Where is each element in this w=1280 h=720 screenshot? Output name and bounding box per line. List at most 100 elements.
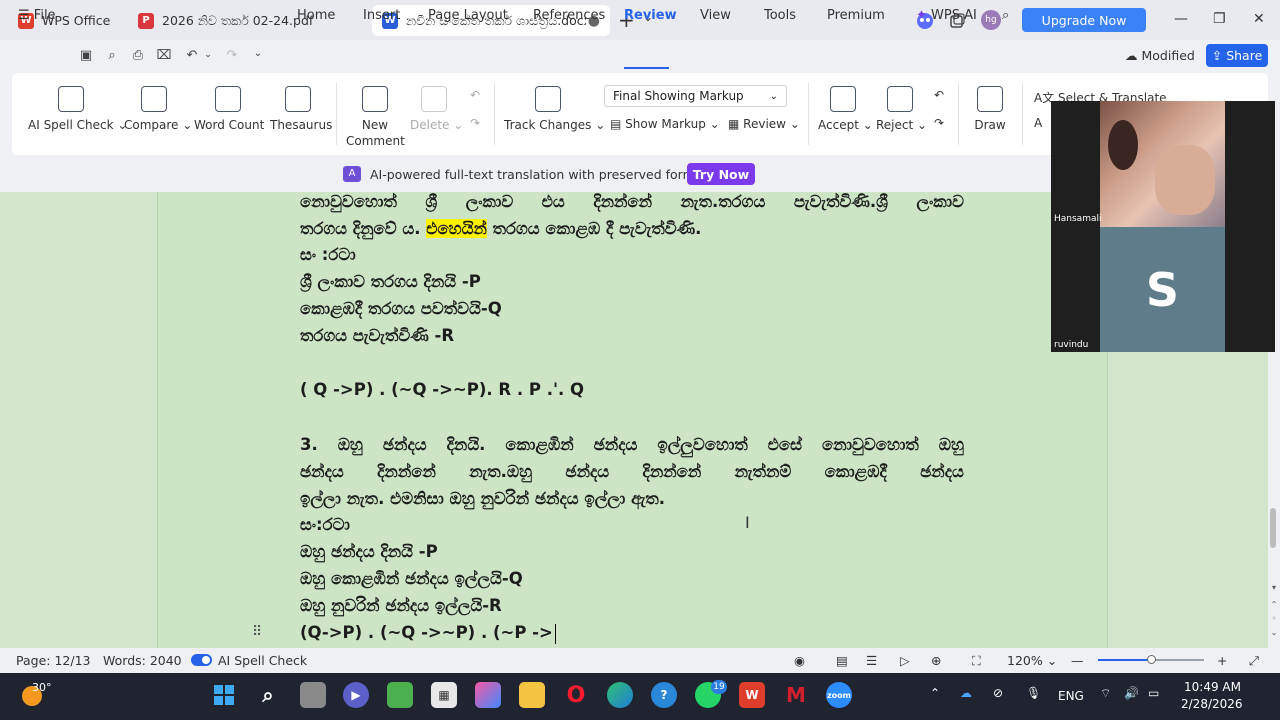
- menu-premium[interactable]: Premium: [827, 8, 885, 23]
- share-button[interactable]: ⇪ Share: [1206, 44, 1268, 67]
- copilot-icon[interactable]: [475, 682, 501, 708]
- doc-line-2[interactable]: තරගය දිනුවේ ය. එහෙයින් තරගය කොළඹ දී පැවැ…: [300, 219, 701, 239]
- minimize-icon[interactable]: —: [1174, 11, 1188, 27]
- onedrive-icon[interactable]: ☁: [960, 686, 972, 700]
- meet-icon[interactable]: ▶: [343, 682, 369, 708]
- previous-change-icon[interactable]: ↶: [928, 88, 950, 102]
- tray-chevron-icon[interactable]: ⌃: [930, 686, 940, 700]
- mic-icon[interactable]: 🎙: [1026, 686, 1041, 700]
- modified-status[interactable]: ☁ Modified: [1125, 48, 1195, 63]
- try-now-button[interactable]: Try Now: [687, 163, 755, 185]
- doc-line-8[interactable]: 3. ඔහු ඡන්දය දිනයි. කොළඹින් ඡන්දය ඉල්ලුවහොත් එස…: [300, 435, 964, 455]
- zoom-app-icon[interactable]: zoom: [826, 682, 852, 708]
- outline-view-icon[interactable]: ☰: [866, 653, 877, 668]
- previous-comment-icon[interactable]: ↶: [464, 88, 486, 102]
- save-icon[interactable]: ▣: [78, 48, 94, 64]
- doc-line-11[interactable]: සං:රටා: [300, 515, 350, 535]
- web-view-icon[interactable]: ⊕: [931, 653, 941, 668]
- doc-line-14[interactable]: ඔහු නුවරින් ඡන්දය ඉල්ලයි-R: [300, 596, 502, 616]
- clock-time[interactable]: 10:49 AM: [1184, 680, 1241, 694]
- play-icon[interactable]: ▷: [900, 653, 910, 668]
- scrollbar-thumb[interactable]: [1270, 508, 1276, 548]
- next-change-icon[interactable]: ↷: [928, 116, 950, 130]
- search-icon[interactable]: ⌕: [255, 682, 281, 708]
- more-chevron-icon[interactable]: ⌄: [250, 48, 266, 64]
- app-stack-icon[interactable]: [387, 682, 413, 708]
- draw-button[interactable]: Draw: [970, 86, 1010, 132]
- menu-tools[interactable]: Tools: [764, 8, 796, 23]
- volume-icon[interactable]: 🔊: [1124, 686, 1139, 700]
- mcafee-icon[interactable]: M: [783, 682, 809, 708]
- doc-line-7[interactable]: ( Q ->P) . (~Q ->~P). R . P .'. Q: [300, 380, 584, 399]
- review-pane-button[interactable]: ▦ Review ⌄: [728, 117, 800, 131]
- undo-icon[interactable]: ↶: [184, 48, 200, 64]
- page-view-icon[interactable]: ▤: [836, 653, 848, 668]
- delete-comment-button[interactable]: Delete ⌄: [410, 86, 463, 132]
- ai-spell-check-button[interactable]: AI Spell Check ⌄: [28, 86, 127, 132]
- edge-icon[interactable]: [607, 682, 633, 708]
- avatar[interactable]: hg: [981, 10, 1001, 30]
- task-view-icon[interactable]: [300, 682, 326, 708]
- word-count-button[interactable]: Word Count: [194, 86, 264, 132]
- network-off-icon[interactable]: ⊘: [993, 686, 1003, 700]
- doc-line-5[interactable]: කොළඹදී තරගය පවත්වයි-Q: [300, 299, 502, 319]
- page-down-icon[interactable]: ⌄: [1268, 628, 1280, 637]
- compare-button[interactable]: Compare ⌄: [124, 86, 192, 132]
- clock-date[interactable]: 2/28/2026: [1181, 697, 1243, 711]
- doc-line-9[interactable]: ඡන්දය දිනන්නේ නැත.ඔහු ඡන්දය දිනන්නේ නැත්නම් කො…: [300, 462, 964, 482]
- help-icon[interactable]: ?: [651, 682, 677, 708]
- menu-page-layout[interactable]: Page Layout: [428, 8, 508, 23]
- reject-button[interactable]: Reject ⌄: [876, 86, 927, 132]
- menu-references[interactable]: References: [533, 8, 605, 23]
- translate-option-icon[interactable]: A: [1034, 116, 1042, 130]
- menu-insert[interactable]: Insert: [363, 8, 400, 23]
- format-painter-icon[interactable]: ⌕: [104, 48, 120, 64]
- undo-chevron-icon[interactable]: ⌄: [200, 50, 216, 66]
- redo-icon[interactable]: ↷: [224, 48, 240, 64]
- wps-taskbar-icon[interactable]: W: [739, 682, 765, 708]
- drag-handle-icon[interactable]: ⠿: [252, 624, 262, 640]
- menu-wps-ai[interactable]: ✦ WPS AI: [916, 8, 977, 23]
- zoom-level[interactable]: 120% ⌄: [1007, 653, 1057, 668]
- zoom-in-icon[interactable]: +: [1217, 653, 1227, 668]
- zoom-out-icon[interactable]: —: [1071, 653, 1084, 668]
- doc-line-6[interactable]: තරගය පැවැත්විණි -R: [300, 326, 454, 346]
- doc-line-12[interactable]: ඔහු ඡන්දය දිනයි -P: [300, 542, 438, 562]
- word-count[interactable]: Words: 2040: [103, 653, 182, 668]
- spell-check-toggle[interactable]: [191, 654, 212, 666]
- doc-line-3[interactable]: සං :රටා: [300, 245, 356, 265]
- track-changes-button[interactable]: Track Changes ⌄: [504, 86, 605, 132]
- fullscreen-icon[interactable]: ⤢: [1249, 653, 1259, 669]
- page-count[interactable]: Page: 12/13: [16, 653, 90, 668]
- close-icon[interactable]: ✕: [1253, 11, 1265, 27]
- file-menu[interactable]: ☰ File: [18, 8, 56, 23]
- scroll-down-icon[interactable]: ▾: [1268, 583, 1280, 592]
- markup-mode-select[interactable]: Final Showing Markup ⌄: [604, 85, 787, 107]
- doc-line-15[interactable]: (Q->P) . (~Q ->~P) . (~P ->: [300, 623, 557, 644]
- store-icon[interactable]: ▦: [431, 682, 457, 708]
- maximize-icon[interactable]: ❐: [1213, 11, 1226, 27]
- doc-line-4[interactable]: ශ්‍රී ලංකාව තරගය දිනයි -P: [300, 272, 481, 292]
- menu-view[interactable]: View: [700, 8, 731, 23]
- menu-home[interactable]: Home: [297, 8, 335, 23]
- menu-review[interactable]: Review: [624, 8, 677, 23]
- opera-icon[interactable]: O: [563, 682, 589, 708]
- thesaurus-button[interactable]: Thesaurus: [270, 86, 332, 132]
- accept-button[interactable]: Accept ⌄: [818, 86, 873, 132]
- search-icon[interactable]: ⌕: [1002, 8, 1009, 23]
- wifi-icon[interactable]: ⌔: [1100, 686, 1111, 701]
- doc-line-10[interactable]: ඉල්ලා නැත. එමනිසා ඔහු නුවරින් ඡන්දය ඉල්ල…: [300, 489, 665, 509]
- zoom-slider-knob[interactable]: [1147, 655, 1156, 664]
- print-preview-icon[interactable]: ⌧: [156, 48, 172, 64]
- battery-icon[interactable]: ▭: [1148, 686, 1159, 700]
- doc-line-1[interactable]: නොවුවහොත් ශ්‍රී ලංකාව එය දිනන්නේ නැත.තරගය පැවැ…: [300, 192, 964, 212]
- language-indicator[interactable]: ENG: [1058, 689, 1084, 703]
- show-markup-button[interactable]: ▤ Show Markup ⌄: [610, 117, 720, 131]
- new-comment-button[interactable]: New Comment: [346, 86, 405, 148]
- folder-icon[interactable]: [519, 682, 545, 708]
- eye-icon[interactable]: ◉: [794, 653, 805, 668]
- next-comment-icon[interactable]: ↷: [464, 116, 486, 130]
- page-center-icon[interactable]: ◦: [1268, 614, 1280, 623]
- start-icon[interactable]: [211, 682, 237, 708]
- doc-line-13[interactable]: ඔහු කොළඹින් ඡන්දය ඉල්ලයි-Q: [300, 569, 523, 589]
